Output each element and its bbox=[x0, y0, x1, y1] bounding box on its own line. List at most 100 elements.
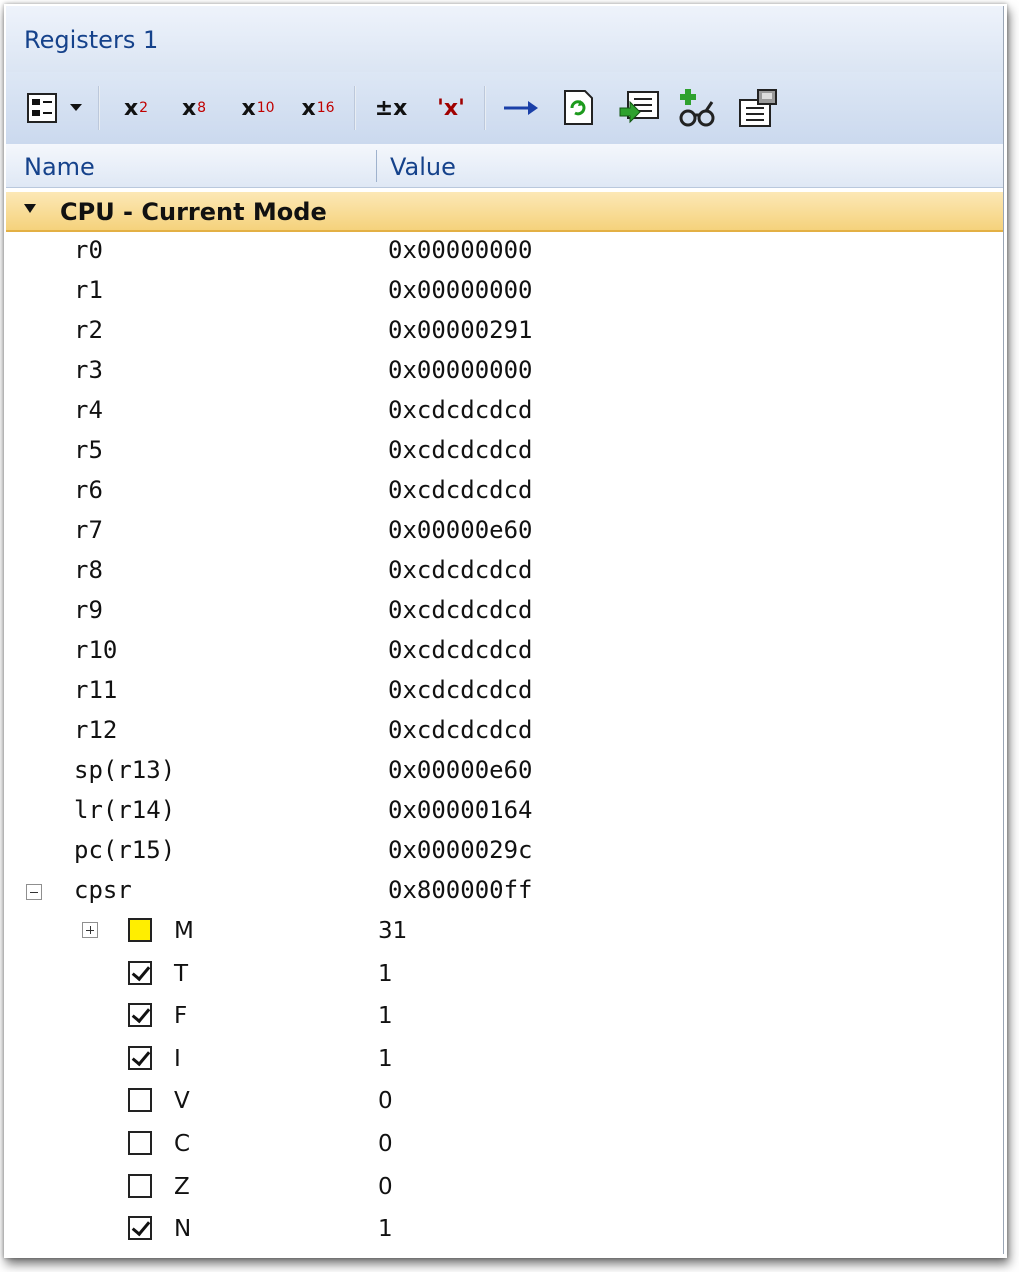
register-value[interactable]: 0x800000ff bbox=[388, 876, 533, 904]
flag-name: C bbox=[174, 1131, 191, 1157]
toolbar-separator bbox=[98, 86, 100, 130]
register-row[interactable]: r9 0xcdcdcdcd bbox=[6, 592, 1003, 632]
register-row[interactable]: r12 0xcdcdcdcd bbox=[6, 712, 1003, 752]
column-header-value[interactable]: Value bbox=[390, 153, 456, 181]
flag-checkbox[interactable] bbox=[128, 1216, 152, 1241]
flag-value[interactable]: 1 bbox=[378, 1003, 393, 1029]
signed-format-button[interactable]: ±x bbox=[364, 86, 418, 130]
go-to-icon[interactable] bbox=[496, 86, 544, 130]
register-name: r7 bbox=[74, 516, 103, 544]
register-value[interactable]: 0x00000164 bbox=[388, 796, 533, 824]
flag-value[interactable]: 0 bbox=[378, 1131, 393, 1157]
flag-value[interactable]: 1 bbox=[378, 961, 393, 987]
format-hex-button[interactable]: x 16 bbox=[290, 86, 346, 130]
register-value[interactable]: 0x00000e60 bbox=[388, 756, 533, 784]
flag-name: T bbox=[174, 960, 189, 987]
mode-swatch-icon[interactable] bbox=[128, 918, 152, 942]
flag-checkbox[interactable] bbox=[128, 1131, 152, 1155]
register-row[interactable]: r10 0xcdcdcdcd bbox=[6, 632, 1003, 672]
cpsr-flag-m: M 31 bbox=[6, 912, 1003, 954]
register-value[interactable]: 0xcdcdcdcd bbox=[388, 396, 533, 424]
expand-toggle-icon[interactable] bbox=[82, 922, 98, 938]
window-title: Registers 1 bbox=[24, 26, 159, 54]
flag-value[interactable]: 31 bbox=[378, 918, 407, 944]
register-name: r2 bbox=[74, 316, 103, 344]
cpsr-flag-f: F1 bbox=[6, 997, 1003, 1039]
column-resize-handle[interactable] bbox=[376, 150, 377, 182]
register-row[interactable]: r3 0x00000000 bbox=[6, 352, 1003, 392]
register-value[interactable]: 0x00000000 bbox=[388, 276, 533, 304]
flag-checkbox[interactable] bbox=[128, 1088, 152, 1113]
register-value[interactable]: 0xcdcdcdcd bbox=[388, 676, 533, 704]
dropdown-arrow-icon[interactable] bbox=[66, 86, 86, 130]
register-value[interactable]: 0x0000029c bbox=[388, 836, 533, 864]
flag-checkbox[interactable] bbox=[128, 1045, 152, 1070]
flag-checkbox[interactable] bbox=[128, 1003, 152, 1028]
format-decimal-button[interactable]: x 10 bbox=[230, 86, 286, 130]
column-header-name[interactable]: Name bbox=[24, 153, 95, 181]
register-row[interactable]: r0 0x00000000 bbox=[6, 232, 1003, 272]
format-sub-label: 8 bbox=[197, 100, 207, 116]
toolbar: x2 x8 x 10 x 16 ±x 'x' bbox=[6, 72, 1003, 144]
display-options-icon[interactable] bbox=[20, 86, 64, 130]
register-name: r6 bbox=[74, 476, 103, 504]
register-value[interactable]: 0x00000e60 bbox=[388, 516, 533, 544]
signed-format-label: ±x bbox=[374, 95, 408, 121]
collapse-arrow-icon[interactable] bbox=[24, 204, 36, 213]
cpsr-flag-n: N1 bbox=[6, 1210, 1003, 1252]
register-value[interactable]: 0x00000291 bbox=[388, 316, 533, 344]
title-bar[interactable]: Registers 1 bbox=[6, 6, 1003, 72]
add-watch-icon[interactable] bbox=[672, 86, 724, 130]
register-value[interactable]: 0xcdcdcdcd bbox=[388, 716, 533, 744]
flag-value[interactable]: 0 bbox=[378, 1174, 393, 1200]
load-icon[interactable] bbox=[614, 86, 664, 130]
format-octal-button[interactable]: x8 bbox=[172, 86, 216, 130]
register-value[interactable]: 0xcdcdcdcd bbox=[388, 636, 533, 664]
register-row[interactable]: pc(r15) 0x0000029c bbox=[6, 832, 1003, 872]
register-name: r4 bbox=[74, 396, 103, 424]
flag-checkbox[interactable] bbox=[128, 960, 152, 985]
register-row[interactable]: sp(r13) 0x00000e60 bbox=[6, 752, 1003, 792]
flag-value[interactable]: 0 bbox=[378, 1088, 393, 1114]
flag-value[interactable]: 1 bbox=[378, 1046, 393, 1072]
format-base-label: x bbox=[301, 95, 316, 121]
register-name: r12 bbox=[74, 716, 118, 744]
format-sub-label: 10 bbox=[256, 100, 275, 116]
register-row[interactable]: r11 0xcdcdcdcd bbox=[6, 672, 1003, 712]
register-value[interactable]: 0xcdcdcdcd bbox=[388, 436, 533, 464]
registers-panel: Registers 1 x2 x8 x 10 x 16 ±x 'x' Name … bbox=[6, 6, 1004, 1254]
refresh-icon[interactable] bbox=[554, 86, 602, 130]
format-sub-label: 16 bbox=[316, 100, 335, 116]
register-row[interactable]: r1 0x00000000 bbox=[6, 272, 1003, 312]
register-row[interactable]: r5 0xcdcdcdcd bbox=[6, 432, 1003, 472]
format-base-label: x bbox=[123, 95, 139, 121]
collapse-toggle-icon[interactable] bbox=[26, 884, 42, 900]
flag-name: M bbox=[174, 918, 194, 944]
char-format-button[interactable]: 'x' bbox=[424, 86, 478, 130]
register-row[interactable]: r6 0xcdcdcdcd bbox=[6, 472, 1003, 512]
register-row[interactable]: lr(r14) 0x00000164 bbox=[6, 792, 1003, 832]
register-row-cpsr[interactable]: cpsr 0x800000ff bbox=[6, 872, 1003, 912]
flag-name: Z bbox=[174, 1173, 190, 1200]
register-row[interactable]: r2 0x00000291 bbox=[6, 312, 1003, 352]
format-binary-button[interactable]: x2 bbox=[114, 86, 158, 130]
register-name: r9 bbox=[74, 596, 103, 624]
register-value[interactable]: 0xcdcdcdcd bbox=[388, 596, 533, 624]
flag-name: F bbox=[174, 1003, 188, 1030]
flag-name: I bbox=[174, 1045, 181, 1072]
flag-value[interactable]: 1 bbox=[378, 1216, 393, 1242]
flag-checkbox[interactable] bbox=[128, 1173, 152, 1198]
register-row[interactable]: r7 0x00000e60 bbox=[6, 512, 1003, 552]
register-name: r1 bbox=[74, 276, 103, 304]
properties-icon[interactable] bbox=[732, 86, 784, 130]
register-row[interactable]: r4 0xcdcdcdcd bbox=[6, 392, 1003, 432]
register-value[interactable]: 0xcdcdcdcd bbox=[388, 476, 533, 504]
register-name: r8 bbox=[74, 556, 103, 584]
register-value[interactable]: 0x00000000 bbox=[388, 236, 533, 264]
register-name: lr(r14) bbox=[74, 796, 176, 824]
flag-name: N bbox=[174, 1216, 192, 1243]
register-value[interactable]: 0x00000000 bbox=[388, 356, 533, 384]
register-row[interactable]: r8 0xcdcdcdcd bbox=[6, 552, 1003, 592]
group-cpu-current-mode[interactable]: CPU - Current Mode bbox=[6, 192, 1003, 232]
register-value[interactable]: 0xcdcdcdcd bbox=[388, 556, 533, 584]
